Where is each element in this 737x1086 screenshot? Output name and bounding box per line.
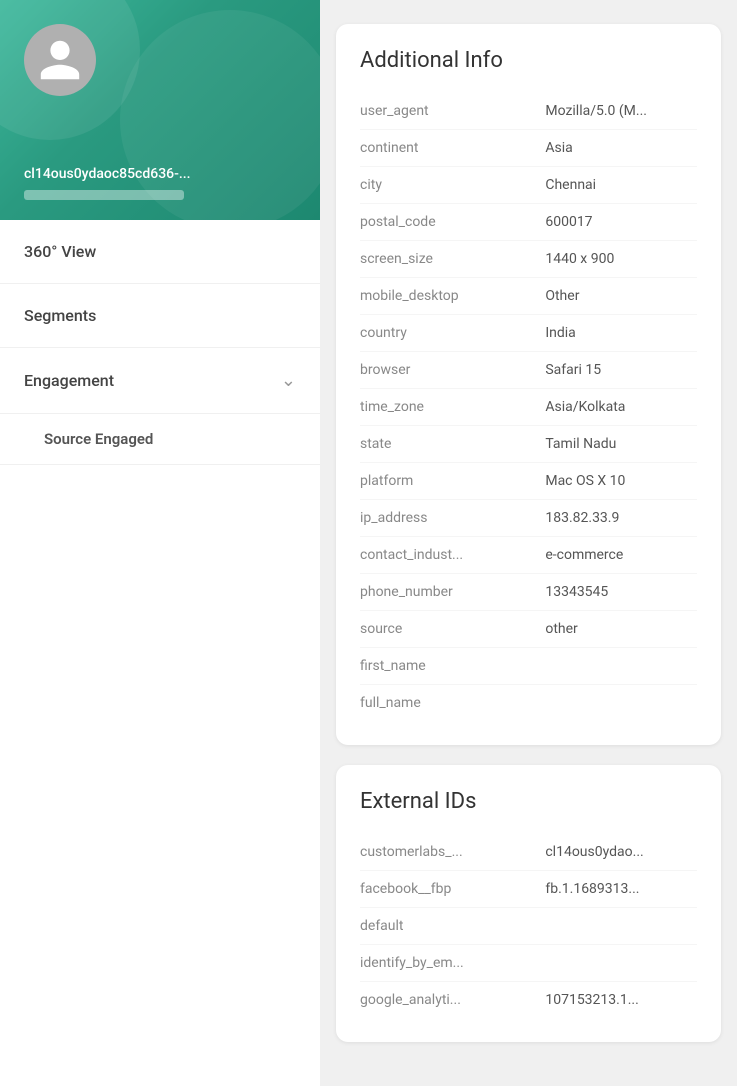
info-value: 107153213.1...: [545, 992, 697, 1008]
user-icon: [36, 36, 84, 84]
info-key: mobile_desktop: [360, 288, 545, 304]
external-ids-table: customerlabs_... cl14ous0ydao... faceboo…: [360, 834, 697, 1018]
table-row: full_name: [360, 685, 697, 721]
info-key: default: [360, 918, 545, 934]
avatar: [24, 24, 96, 96]
info-value: 600017: [545, 214, 697, 230]
table-row: ip_address 183.82.33.9: [360, 500, 697, 537]
table-row: continent Asia: [360, 130, 697, 167]
info-value: Tamil Nadu: [545, 436, 697, 452]
info-key: browser: [360, 362, 545, 378]
info-value: Asia/Kolkata: [545, 399, 697, 415]
info-key: user_agent: [360, 103, 545, 119]
user-id-bar: [24, 190, 184, 200]
info-key: platform: [360, 473, 545, 489]
info-key: state: [360, 436, 545, 452]
table-row: phone_number 13343545: [360, 574, 697, 611]
table-row: time_zone Asia/Kolkata: [360, 389, 697, 426]
info-value: Asia: [545, 140, 697, 156]
info-value: Chennai: [545, 177, 697, 193]
info-key: country: [360, 325, 545, 341]
info-key: first_name: [360, 658, 545, 674]
sidebar-item-360-view[interactable]: 360° View: [0, 220, 320, 284]
avatar-wrapper: [24, 24, 96, 96]
table-row: customerlabs_... cl14ous0ydao...: [360, 834, 697, 871]
sidebar-item-source-engaged-label: Source Engaged: [44, 430, 153, 448]
info-value: Mozilla/5.0 (M...: [545, 103, 697, 119]
info-value: Mac OS X 10: [545, 473, 697, 489]
sidebar-item-360-view-label: 360° View: [24, 242, 96, 261]
info-value: cl14ous0ydao...: [545, 844, 697, 860]
additional-info-title: Additional Info: [360, 48, 697, 73]
info-key: contact_indust...: [360, 547, 545, 563]
sidebar-item-engagement-label: Engagement: [24, 371, 114, 390]
info-value: 1440 x 900: [545, 251, 697, 267]
chevron-down-icon: ⌄: [281, 370, 296, 391]
table-row: google_analyti... 107153213.1...: [360, 982, 697, 1018]
table-row: contact_indust... e-commerce: [360, 537, 697, 574]
user-id-label: cl14ous0ydaoc85cd636-...: [24, 166, 191, 182]
info-key: postal_code: [360, 214, 545, 230]
sidebar-item-engagement[interactable]: Engagement ⌄: [0, 348, 320, 414]
info-key: screen_size: [360, 251, 545, 267]
info-value: e-commerce: [545, 547, 697, 563]
table-row: screen_size 1440 x 900: [360, 241, 697, 278]
table-row: browser Safari 15: [360, 352, 697, 389]
table-row: postal_code 600017: [360, 204, 697, 241]
sidebar: cl14ous0ydaoc85cd636-... 360° View Segme…: [0, 0, 320, 1086]
info-key: ip_address: [360, 510, 545, 526]
info-key: time_zone: [360, 399, 545, 415]
info-key: city: [360, 177, 545, 193]
info-key: facebook__fbp: [360, 881, 545, 897]
info-value: 13343545: [545, 584, 697, 600]
info-key: full_name: [360, 695, 545, 711]
table-row: source other: [360, 611, 697, 648]
info-value: Other: [545, 288, 697, 304]
additional-info-card: Additional Info user_agent Mozilla/5.0 (…: [336, 24, 721, 745]
main-content: Additional Info user_agent Mozilla/5.0 (…: [320, 0, 737, 1086]
table-row: user_agent Mozilla/5.0 (M...: [360, 93, 697, 130]
info-key: identify_by_em...: [360, 955, 545, 971]
info-key: phone_number: [360, 584, 545, 600]
table-row: mobile_desktop Other: [360, 278, 697, 315]
sidebar-item-segments[interactable]: Segments: [0, 284, 320, 348]
info-key: continent: [360, 140, 545, 156]
table-row: country India: [360, 315, 697, 352]
info-key: source: [360, 621, 545, 637]
info-value: fb.1.1689313...: [545, 881, 697, 897]
additional-info-table: user_agent Mozilla/5.0 (M... continent A…: [360, 93, 697, 721]
info-key: google_analyti...: [360, 992, 545, 1008]
sidebar-item-segments-label: Segments: [24, 306, 96, 325]
table-row: identify_by_em...: [360, 945, 697, 982]
info-value: other: [545, 621, 697, 637]
external-ids-card: External IDs customerlabs_... cl14ous0yd…: [336, 765, 721, 1042]
sidebar-nav: 360° View Segments Engagement ⌄ Source E…: [0, 220, 320, 465]
info-key: customerlabs_...: [360, 844, 545, 860]
table-row: platform Mac OS X 10: [360, 463, 697, 500]
info-value: India: [545, 325, 697, 341]
table-row: first_name: [360, 648, 697, 685]
info-value: Safari 15: [545, 362, 697, 378]
table-row: default: [360, 908, 697, 945]
table-row: facebook__fbp fb.1.1689313...: [360, 871, 697, 908]
external-ids-title: External IDs: [360, 789, 697, 814]
info-value: 183.82.33.9: [545, 510, 697, 526]
sidebar-item-source-engaged[interactable]: Source Engaged: [0, 414, 320, 465]
table-row: state Tamil Nadu: [360, 426, 697, 463]
table-row: city Chennai: [360, 167, 697, 204]
sidebar-header: cl14ous0ydaoc85cd636-...: [0, 0, 320, 220]
